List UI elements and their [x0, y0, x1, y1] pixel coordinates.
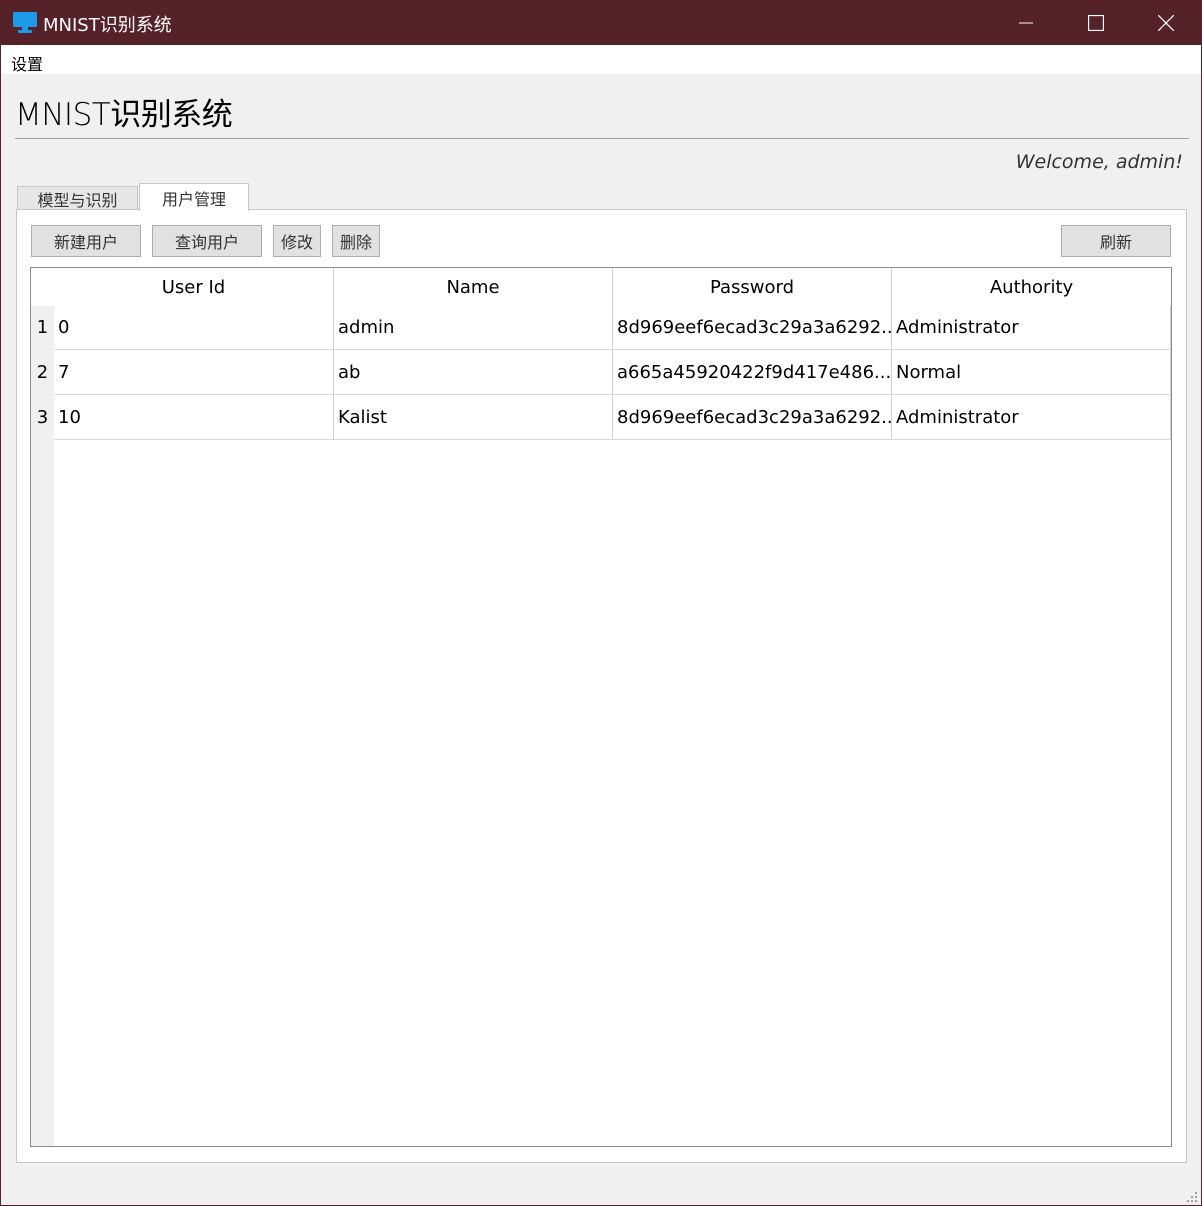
user-table[interactable]: User Id Name Password Authority 1 0 admi…	[30, 267, 1172, 1147]
table-cell[interactable]: 8d969eef6ecad3c29a3a6292...	[613, 395, 891, 440]
row-number[interactable]: 3	[31, 395, 54, 440]
menu-bar: 设置	[1, 45, 1201, 74]
window-title: MNIST识别系统	[43, 15, 172, 36]
table-cell[interactable]: 7	[54, 350, 333, 395]
monitor-icon	[13, 12, 37, 33]
resize-grip-icon[interactable]	[1187, 1192, 1197, 1202]
welcome-text: Welcome, admin!	[1015, 151, 1183, 173]
maximize-button[interactable]	[1061, 1, 1131, 45]
table-cell[interactable]: Administrator	[892, 395, 1170, 440]
column-header-user-id[interactable]: User Id	[54, 268, 333, 306]
title-bar[interactable]: MNIST识别系统	[1, 1, 1201, 45]
menu-item-settings[interactable]: 设置	[11, 51, 43, 75]
table-cell[interactable]: admin	[334, 305, 612, 350]
maximize-icon	[1088, 15, 1104, 31]
table-corner[interactable]	[31, 268, 54, 306]
new-user-button[interactable]: 新建用户	[31, 225, 141, 257]
tab-user-management[interactable]: 用户管理	[139, 183, 249, 211]
table-cell[interactable]: 0	[54, 305, 333, 350]
column-header-name[interactable]: Name	[334, 268, 612, 306]
table-cell[interactable]: 10	[54, 395, 333, 440]
table-cell[interactable]: 8d969eef6ecad3c29a3a6292...	[613, 305, 891, 350]
page-title: MNIST识别系统	[15, 97, 233, 133]
main-window: MNIST识别系统 设置 MNIST识别系统 Welcome, admin! 模…	[0, 0, 1202, 1206]
query-user-button[interactable]: 查询用户	[152, 225, 262, 257]
minimize-button[interactable]	[991, 1, 1061, 45]
modify-button[interactable]: 修改	[273, 225, 321, 257]
row-number[interactable]: 1	[31, 305, 54, 350]
table-cell[interactable]: Kalist	[334, 395, 612, 440]
delete-button[interactable]: 删除	[332, 225, 380, 257]
row-divider	[54, 439, 1171, 440]
table-cell[interactable]: a665a45920422f9d417e486...	[613, 350, 891, 395]
table-cell[interactable]: ab	[334, 350, 612, 395]
minimize-icon	[1019, 22, 1033, 24]
close-button[interactable]	[1131, 1, 1201, 45]
table-cell[interactable]: Normal	[892, 350, 1170, 395]
row-number[interactable]: 2	[31, 350, 54, 395]
column-separator	[1170, 306, 1171, 440]
refresh-button[interactable]: 刷新	[1061, 225, 1171, 257]
column-header-password[interactable]: Password	[613, 268, 891, 306]
close-icon	[1158, 15, 1174, 31]
tab-model-recognition[interactable]: 模型与识别	[17, 186, 138, 210]
column-header-authority[interactable]: Authority	[892, 268, 1171, 306]
header-divider	[15, 138, 1189, 139]
table-cell[interactable]: Administrator	[892, 305, 1170, 350]
